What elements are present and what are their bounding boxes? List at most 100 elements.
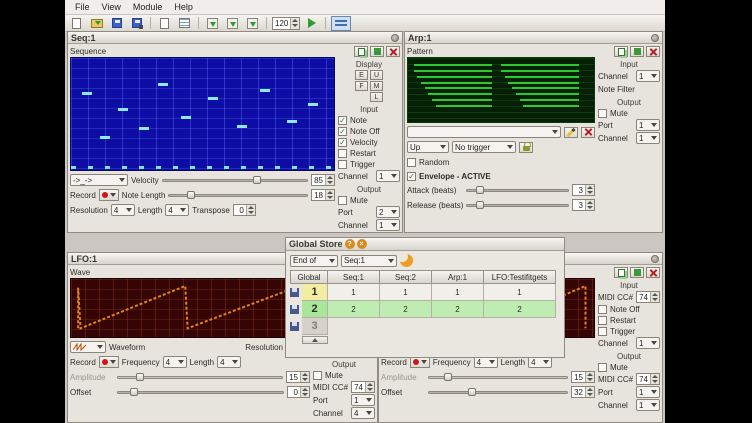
store-global-cell[interactable]: 3 bbox=[302, 318, 328, 335]
note-off-checkbox-row[interactable]: Note Off bbox=[598, 304, 660, 314]
mute-checkbox-row[interactable]: Mute bbox=[338, 195, 400, 205]
rename-module-button[interactable] bbox=[630, 46, 644, 57]
close-button[interactable]: × bbox=[357, 239, 367, 249]
amplitude-slider[interactable] bbox=[428, 372, 568, 382]
store-slot-button[interactable] bbox=[290, 284, 302, 301]
lfo1-wave-display[interactable] bbox=[70, 278, 310, 338]
output-channel-combo[interactable]: 1 bbox=[636, 132, 660, 144]
offset-slider[interactable] bbox=[117, 387, 284, 397]
velocity-checkbox-row[interactable]: Velocity bbox=[338, 137, 400, 147]
port-combo[interactable]: 1 bbox=[636, 119, 660, 131]
store-cell[interactable]: 1 bbox=[484, 284, 556, 301]
new-file-button[interactable] bbox=[68, 16, 85, 31]
restart-checkbox-row[interactable]: Restart bbox=[338, 148, 400, 158]
velocity-slider[interactable] bbox=[162, 175, 309, 185]
trigger-checkbox-row[interactable]: Trigger bbox=[598, 326, 660, 336]
store-cell[interactable]: 1 bbox=[380, 284, 432, 301]
release-slider[interactable] bbox=[466, 200, 569, 210]
port-combo[interactable]: 2 bbox=[376, 206, 400, 218]
waveform-combo[interactable] bbox=[70, 341, 106, 353]
midi-cc-spinbox[interactable]: 74 bbox=[351, 381, 375, 393]
trigger-mode-combo[interactable]: No trigger bbox=[452, 141, 516, 153]
store-cell[interactable]: 1 bbox=[328, 284, 380, 301]
mute-checkbox-row[interactable]: Mute bbox=[313, 370, 375, 380]
mute-checkbox-row[interactable]: Mute bbox=[598, 108, 660, 118]
offset-spinbox[interactable]: 32 bbox=[571, 386, 595, 398]
add-lfo-button[interactable] bbox=[224, 16, 241, 31]
loop-marker-combo[interactable]: ->_-> bbox=[70, 174, 128, 186]
restore-module-combo[interactable]: Seq:1 bbox=[341, 255, 397, 267]
store-cell[interactable]: 2 bbox=[484, 301, 556, 318]
save-as-button[interactable] bbox=[128, 16, 145, 31]
delete-pattern-button[interactable] bbox=[581, 127, 595, 138]
column-header-global[interactable]: Global bbox=[290, 270, 328, 284]
duplicate-module-button[interactable] bbox=[614, 46, 628, 57]
output-channel-combo[interactable]: 1 bbox=[636, 399, 660, 411]
tempo-spinbox[interactable]: 120 bbox=[272, 17, 300, 30]
store-cell[interactable]: 2 bbox=[380, 301, 432, 318]
display-range-l-button[interactable]: L bbox=[370, 92, 383, 102]
play-button[interactable] bbox=[303, 16, 320, 31]
delete-module-button[interactable] bbox=[646, 46, 660, 57]
edit-pattern-button[interactable] bbox=[564, 127, 578, 138]
duplicate-module-button[interactable] bbox=[354, 46, 368, 57]
length-combo[interactable]: 4 bbox=[217, 356, 241, 368]
menu-help[interactable]: Help bbox=[168, 1, 199, 13]
random-checkbox[interactable] bbox=[407, 158, 416, 167]
window-handle-icon[interactable] bbox=[391, 34, 399, 42]
offset-spinbox[interactable]: 0 bbox=[287, 386, 310, 398]
envelope-checkbox[interactable] bbox=[407, 172, 416, 181]
display-range-m-button[interactable]: M bbox=[370, 81, 383, 91]
record-button[interactable] bbox=[99, 189, 119, 201]
amplitude-spinbox[interactable]: 15 bbox=[286, 371, 310, 383]
column-header-arp1[interactable]: Arp:1 bbox=[432, 270, 484, 284]
new-setup-button[interactable] bbox=[156, 16, 173, 31]
event-log-button[interactable] bbox=[176, 16, 193, 31]
amplitude-slider[interactable] bbox=[117, 372, 283, 382]
release-spinbox[interactable]: 3 bbox=[572, 199, 595, 211]
note-filter-row[interactable]: Note Filter bbox=[598, 83, 660, 95]
random-section-header[interactable]: Random bbox=[407, 157, 595, 167]
amplitude-spinbox[interactable]: 15 bbox=[571, 371, 595, 383]
menu-view[interactable]: View bbox=[96, 1, 127, 13]
input-channel-combo[interactable]: 1 bbox=[636, 70, 660, 82]
arp-titlebar[interactable]: Arp:1 bbox=[405, 32, 662, 44]
rename-module-button[interactable] bbox=[630, 267, 644, 278]
note-checkbox[interactable] bbox=[338, 116, 347, 125]
velocity-checkbox[interactable] bbox=[338, 138, 347, 147]
transpose-spinbox[interactable]: 0 bbox=[233, 204, 256, 216]
store-cell[interactable]: 2 bbox=[328, 301, 380, 318]
port-combo[interactable]: 1 bbox=[636, 386, 660, 398]
repeat-mode-combo[interactable]: Up bbox=[407, 141, 449, 153]
display-mode-e-button[interactable]: E bbox=[355, 70, 368, 80]
seq-titlebar[interactable]: Seq:1 bbox=[68, 32, 402, 44]
collapse-button[interactable] bbox=[302, 336, 328, 344]
midi-cc-spinbox[interactable]: 74 bbox=[636, 291, 660, 303]
duplicate-module-button[interactable] bbox=[614, 267, 628, 278]
output-channel-combo[interactable]: 4 bbox=[351, 407, 375, 419]
offset-slider[interactable] bbox=[428, 387, 568, 397]
rename-module-button[interactable] bbox=[370, 46, 384, 57]
mute-checkbox[interactable] bbox=[598, 109, 607, 118]
midi-cc-spinbox[interactable]: 74 bbox=[636, 373, 660, 385]
display-mode-f-button[interactable]: F bbox=[355, 81, 368, 91]
store-global-cell[interactable]: 2 bbox=[302, 301, 328, 318]
mute-checkbox[interactable] bbox=[598, 363, 607, 372]
record-button[interactable] bbox=[99, 356, 119, 368]
frequency-combo[interactable]: 4 bbox=[163, 356, 187, 368]
window-handle-icon[interactable] bbox=[651, 34, 659, 42]
save-button[interactable] bbox=[108, 16, 125, 31]
note-length-slider[interactable] bbox=[168, 190, 308, 200]
pattern-preset-combo[interactable] bbox=[407, 126, 561, 138]
restart-checkbox-row[interactable]: Restart bbox=[598, 315, 660, 325]
input-channel-combo[interactable]: 1 bbox=[636, 337, 660, 349]
open-file-button[interactable] bbox=[88, 16, 105, 31]
resolution-combo[interactable]: 4 bbox=[111, 204, 135, 216]
note-length-spinbox[interactable]: 18 bbox=[311, 189, 335, 201]
trigger-checkbox-row[interactable]: Trigger bbox=[338, 159, 400, 169]
tempo-spin-arrows[interactable] bbox=[290, 18, 299, 29]
mute-checkbox[interactable] bbox=[313, 371, 322, 380]
settings-toggle-button[interactable] bbox=[331, 16, 351, 31]
note-off-checkbox[interactable] bbox=[338, 127, 347, 136]
port-combo[interactable]: 1 bbox=[351, 394, 375, 406]
